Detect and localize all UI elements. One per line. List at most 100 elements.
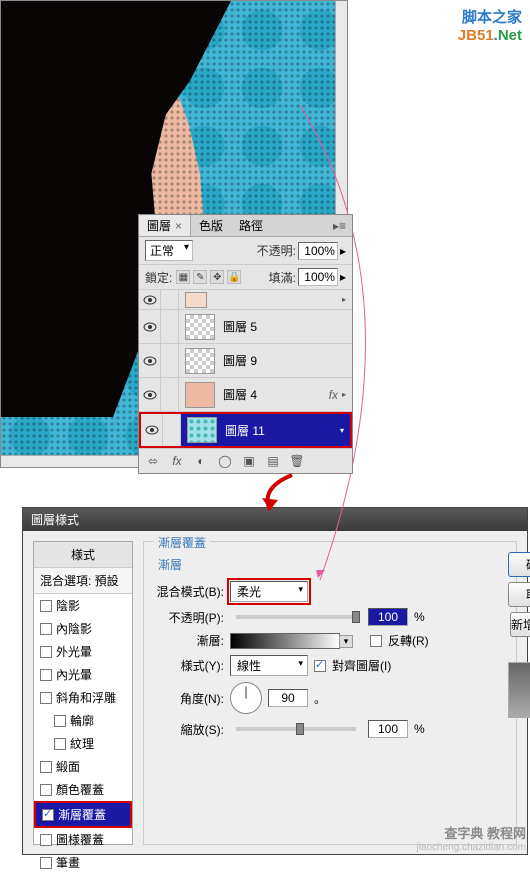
- checkbox[interactable]: [40, 784, 52, 796]
- link-column: [163, 414, 181, 446]
- style-drop-shadow[interactable]: 陰影: [34, 594, 132, 617]
- link-column: [161, 344, 179, 377]
- lock-row: 鎖定: ▦ ✎ ✥ 🔒 填滿: 100% ▸: [139, 265, 352, 290]
- layer-row[interactable]: 圖層 4 fx ▸: [139, 378, 352, 412]
- checkbox[interactable]: [54, 738, 66, 750]
- layers-panel: 圖層× 色版 路徑 ▸≡ 正常 不透明: 100% ▸ 鎖定: ▦ ✎ ✥ 🔒 …: [138, 214, 353, 474]
- watermark-top: 脚本之家 JB51.Net: [458, 6, 522, 44]
- watermark-line2: JB51.Net: [458, 27, 522, 44]
- style-stroke[interactable]: 筆畫: [34, 851, 132, 874]
- checkbox[interactable]: [40, 692, 52, 704]
- visibility-icon[interactable]: [139, 310, 161, 343]
- adjustment-icon[interactable]: ◯: [217, 453, 233, 469]
- scale-input[interactable]: 100: [368, 720, 408, 738]
- mask-icon[interactable]: ◐: [193, 453, 209, 469]
- style-bevel[interactable]: 斜角和浮雕: [34, 686, 132, 709]
- layer-thumb: [185, 348, 215, 374]
- opacity-input[interactable]: 100%: [298, 242, 338, 260]
- arrow-red: [250, 470, 310, 520]
- link-icon[interactable]: ⬄: [145, 453, 161, 469]
- chevron-right-icon[interactable]: ▸: [340, 244, 346, 258]
- link-column: [161, 290, 179, 309]
- checkbox[interactable]: [40, 623, 52, 635]
- layer-name: 圖層 9: [221, 352, 352, 369]
- reverse-label: 反轉(R): [388, 632, 429, 649]
- layers-panel-tabs: 圖層× 色版 路徑 ▸≡: [139, 215, 352, 237]
- trash-icon[interactable]: 🗑: [289, 453, 305, 469]
- lock-pixels-icon[interactable]: ✎: [193, 270, 207, 284]
- layer-name: 圖層 11: [223, 422, 340, 439]
- visibility-icon[interactable]: [139, 290, 161, 309]
- align-checkbox[interactable]: [314, 660, 326, 672]
- visibility-icon[interactable]: [141, 414, 163, 446]
- chevron-right-icon[interactable]: ▸: [342, 295, 352, 304]
- style-list-header[interactable]: 様式: [34, 542, 132, 568]
- layer-thumb: [185, 382, 215, 408]
- new-layer-icon[interactable]: ▤: [265, 453, 281, 469]
- new-style-button[interactable]: 新增様式: [510, 612, 530, 637]
- checkbox[interactable]: [40, 669, 52, 681]
- chevron-right-icon[interactable]: ▸: [342, 390, 352, 399]
- close-icon[interactable]: ×: [175, 219, 182, 233]
- watermark-bottom: 查字典 教程网 jiaocheng.chazidian.com: [416, 823, 526, 853]
- lock-position-icon[interactable]: ✥: [210, 270, 224, 284]
- lock-icons: ▦ ✎ ✥ 🔒: [176, 270, 241, 284]
- layer-row-top[interactable]: ▸: [139, 290, 352, 310]
- fx-icon[interactable]: fx: [169, 453, 185, 469]
- style-outer-glow[interactable]: 外光暈: [34, 640, 132, 663]
- layer-list: ▸ 圖層 5 圖層 9 圖層 4 fx ▸ 圖層 11 ▾: [139, 290, 352, 448]
- layer-name: 圖層 4: [221, 386, 329, 403]
- blend-row: 正常 不透明: 100% ▸: [139, 237, 352, 265]
- opacity-slider[interactable]: [236, 615, 356, 619]
- visibility-icon[interactable]: [139, 344, 161, 377]
- blend-mode-select[interactable]: 柔光: [230, 581, 308, 602]
- panel-menu-icon[interactable]: ▸≡: [327, 219, 352, 233]
- blend-options[interactable]: 混合選項: 預設: [34, 568, 132, 594]
- tab-paths[interactable]: 路徑: [231, 215, 271, 236]
- angle-dial[interactable]: [230, 682, 262, 714]
- layer-row[interactable]: 圖層 5: [139, 310, 352, 344]
- fx-indicator[interactable]: fx: [329, 388, 342, 402]
- checkbox[interactable]: [40, 600, 52, 612]
- checkbox[interactable]: [54, 715, 66, 727]
- checkbox[interactable]: [42, 809, 54, 821]
- layer-row-selected[interactable]: 圖層 11 ▾: [139, 412, 352, 448]
- style-gradient-overlay[interactable]: 漸層覆蓋: [34, 801, 132, 828]
- style-pattern-overlay[interactable]: 圖様覆蓋: [34, 828, 132, 851]
- checkbox[interactable]: [40, 646, 52, 658]
- tab-layers[interactable]: 圖層×: [139, 215, 191, 236]
- style-inner-shadow[interactable]: 內陰影: [34, 617, 132, 640]
- folder-icon[interactable]: ▣: [241, 453, 257, 469]
- angle-label: 角度(N):: [152, 690, 224, 707]
- style-inner-glow[interactable]: 內光暈: [34, 663, 132, 686]
- style-contour[interactable]: 輪廓: [34, 709, 132, 732]
- checkbox[interactable]: [40, 834, 52, 846]
- angle-input[interactable]: 90: [268, 689, 308, 707]
- lock-transparency-icon[interactable]: ▦: [176, 270, 190, 284]
- lock-all-icon[interactable]: 🔒: [227, 270, 241, 284]
- tab-channels[interactable]: 色版: [191, 215, 231, 236]
- style-satin[interactable]: 緞面: [34, 755, 132, 778]
- reverse-checkbox[interactable]: [370, 635, 382, 647]
- opacity-input[interactable]: 100: [368, 608, 408, 626]
- cancel-button[interactable]: 取: [508, 582, 530, 607]
- style-color-overlay[interactable]: 顏色覆蓋: [34, 778, 132, 801]
- checkbox[interactable]: [40, 857, 52, 869]
- ok-button[interactable]: 確: [508, 552, 530, 577]
- blend-mode-select[interactable]: 正常: [145, 240, 193, 261]
- gradient-label: 漸層:: [152, 632, 224, 649]
- checkbox[interactable]: [40, 761, 52, 773]
- gradient-swatch[interactable]: [230, 633, 340, 649]
- style-texture[interactable]: 紋理: [34, 732, 132, 755]
- layer-thumb: [185, 292, 207, 308]
- visibility-icon[interactable]: [139, 378, 161, 411]
- fill-input[interactable]: 100%: [298, 268, 338, 286]
- chevron-right-icon[interactable]: ▸: [340, 270, 346, 284]
- chevron-down-icon[interactable]: ▾: [340, 426, 350, 435]
- style-select[interactable]: 線性: [230, 655, 308, 676]
- layers-footer: ⬄ fx ◐ ◯ ▣ ▤ 🗑: [139, 448, 352, 473]
- scale-slider[interactable]: [236, 727, 356, 731]
- layer-name: 圖層 5: [221, 318, 352, 335]
- layer-row[interactable]: 圖層 9: [139, 344, 352, 378]
- align-label: 對齊圖層(I): [332, 657, 391, 674]
